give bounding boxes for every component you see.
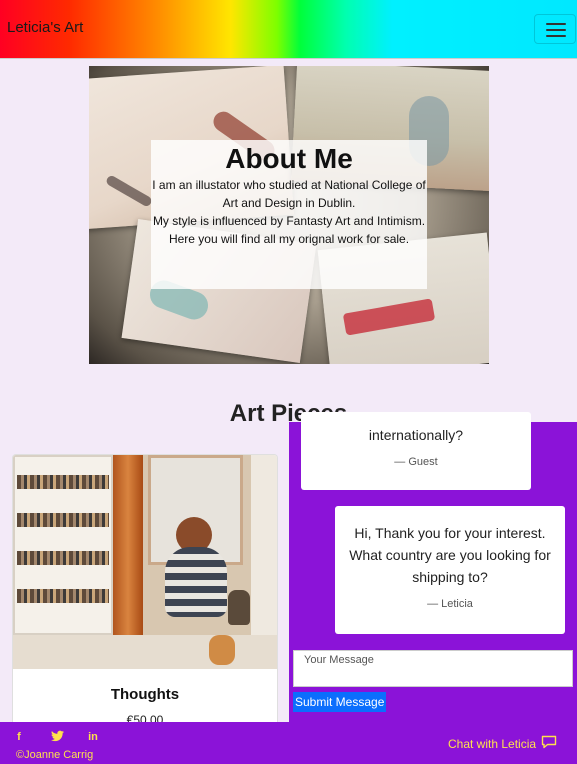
chat-message: Hi, Thank you for your interest. What co… [335,506,565,634]
brand-link[interactable]: Leticia's Art [7,19,83,36]
chat-with-leticia-link[interactable]: Chat with Leticia [448,737,536,751]
chat-message-author: — Guest [394,456,438,468]
about-line: My style is influenced by Fantasty Art a… [152,214,426,228]
copyright-text: ©Joanne Carrig [16,749,94,761]
about-title: About Me [225,143,353,174]
chat-message-text: Hi, Thank you for your interest. What co… [349,525,551,585]
footer: f in ©Joanne Carrig Chat with Leticia [0,722,577,764]
chat-message: internationally? — Guest [301,412,531,490]
navbar: Leticia's Art [0,0,577,59]
about-box: About Me I am an illustator who studied … [151,140,427,289]
art-card-title: Thoughts [110,686,180,703]
about-line: I am an illustator who studied at Nation… [152,178,426,210]
chat-message-text: internationally? [368,427,464,443]
submit-message-button[interactable]: Submit Message [293,692,387,712]
linkedin-icon[interactable]: in [86,730,100,744]
hamburger-icon [546,23,566,25]
chat-panel: internationally? — Guest Hi, Thank you f… [289,412,577,722]
chat-message-author: — Leticia [427,598,473,610]
facebook-icon[interactable]: f [12,730,26,744]
chat-bubble-icon[interactable] [541,735,557,749]
twitter-icon[interactable] [50,730,64,744]
about-line: Here you will find all my orignal work f… [168,232,410,246]
art-card-image[interactable] [13,455,277,669]
art-card[interactable]: Thoughts €50.00 [12,454,278,754]
message-input[interactable]: Your Message [293,650,573,687]
navbar-toggle-button[interactable] [534,14,576,44]
